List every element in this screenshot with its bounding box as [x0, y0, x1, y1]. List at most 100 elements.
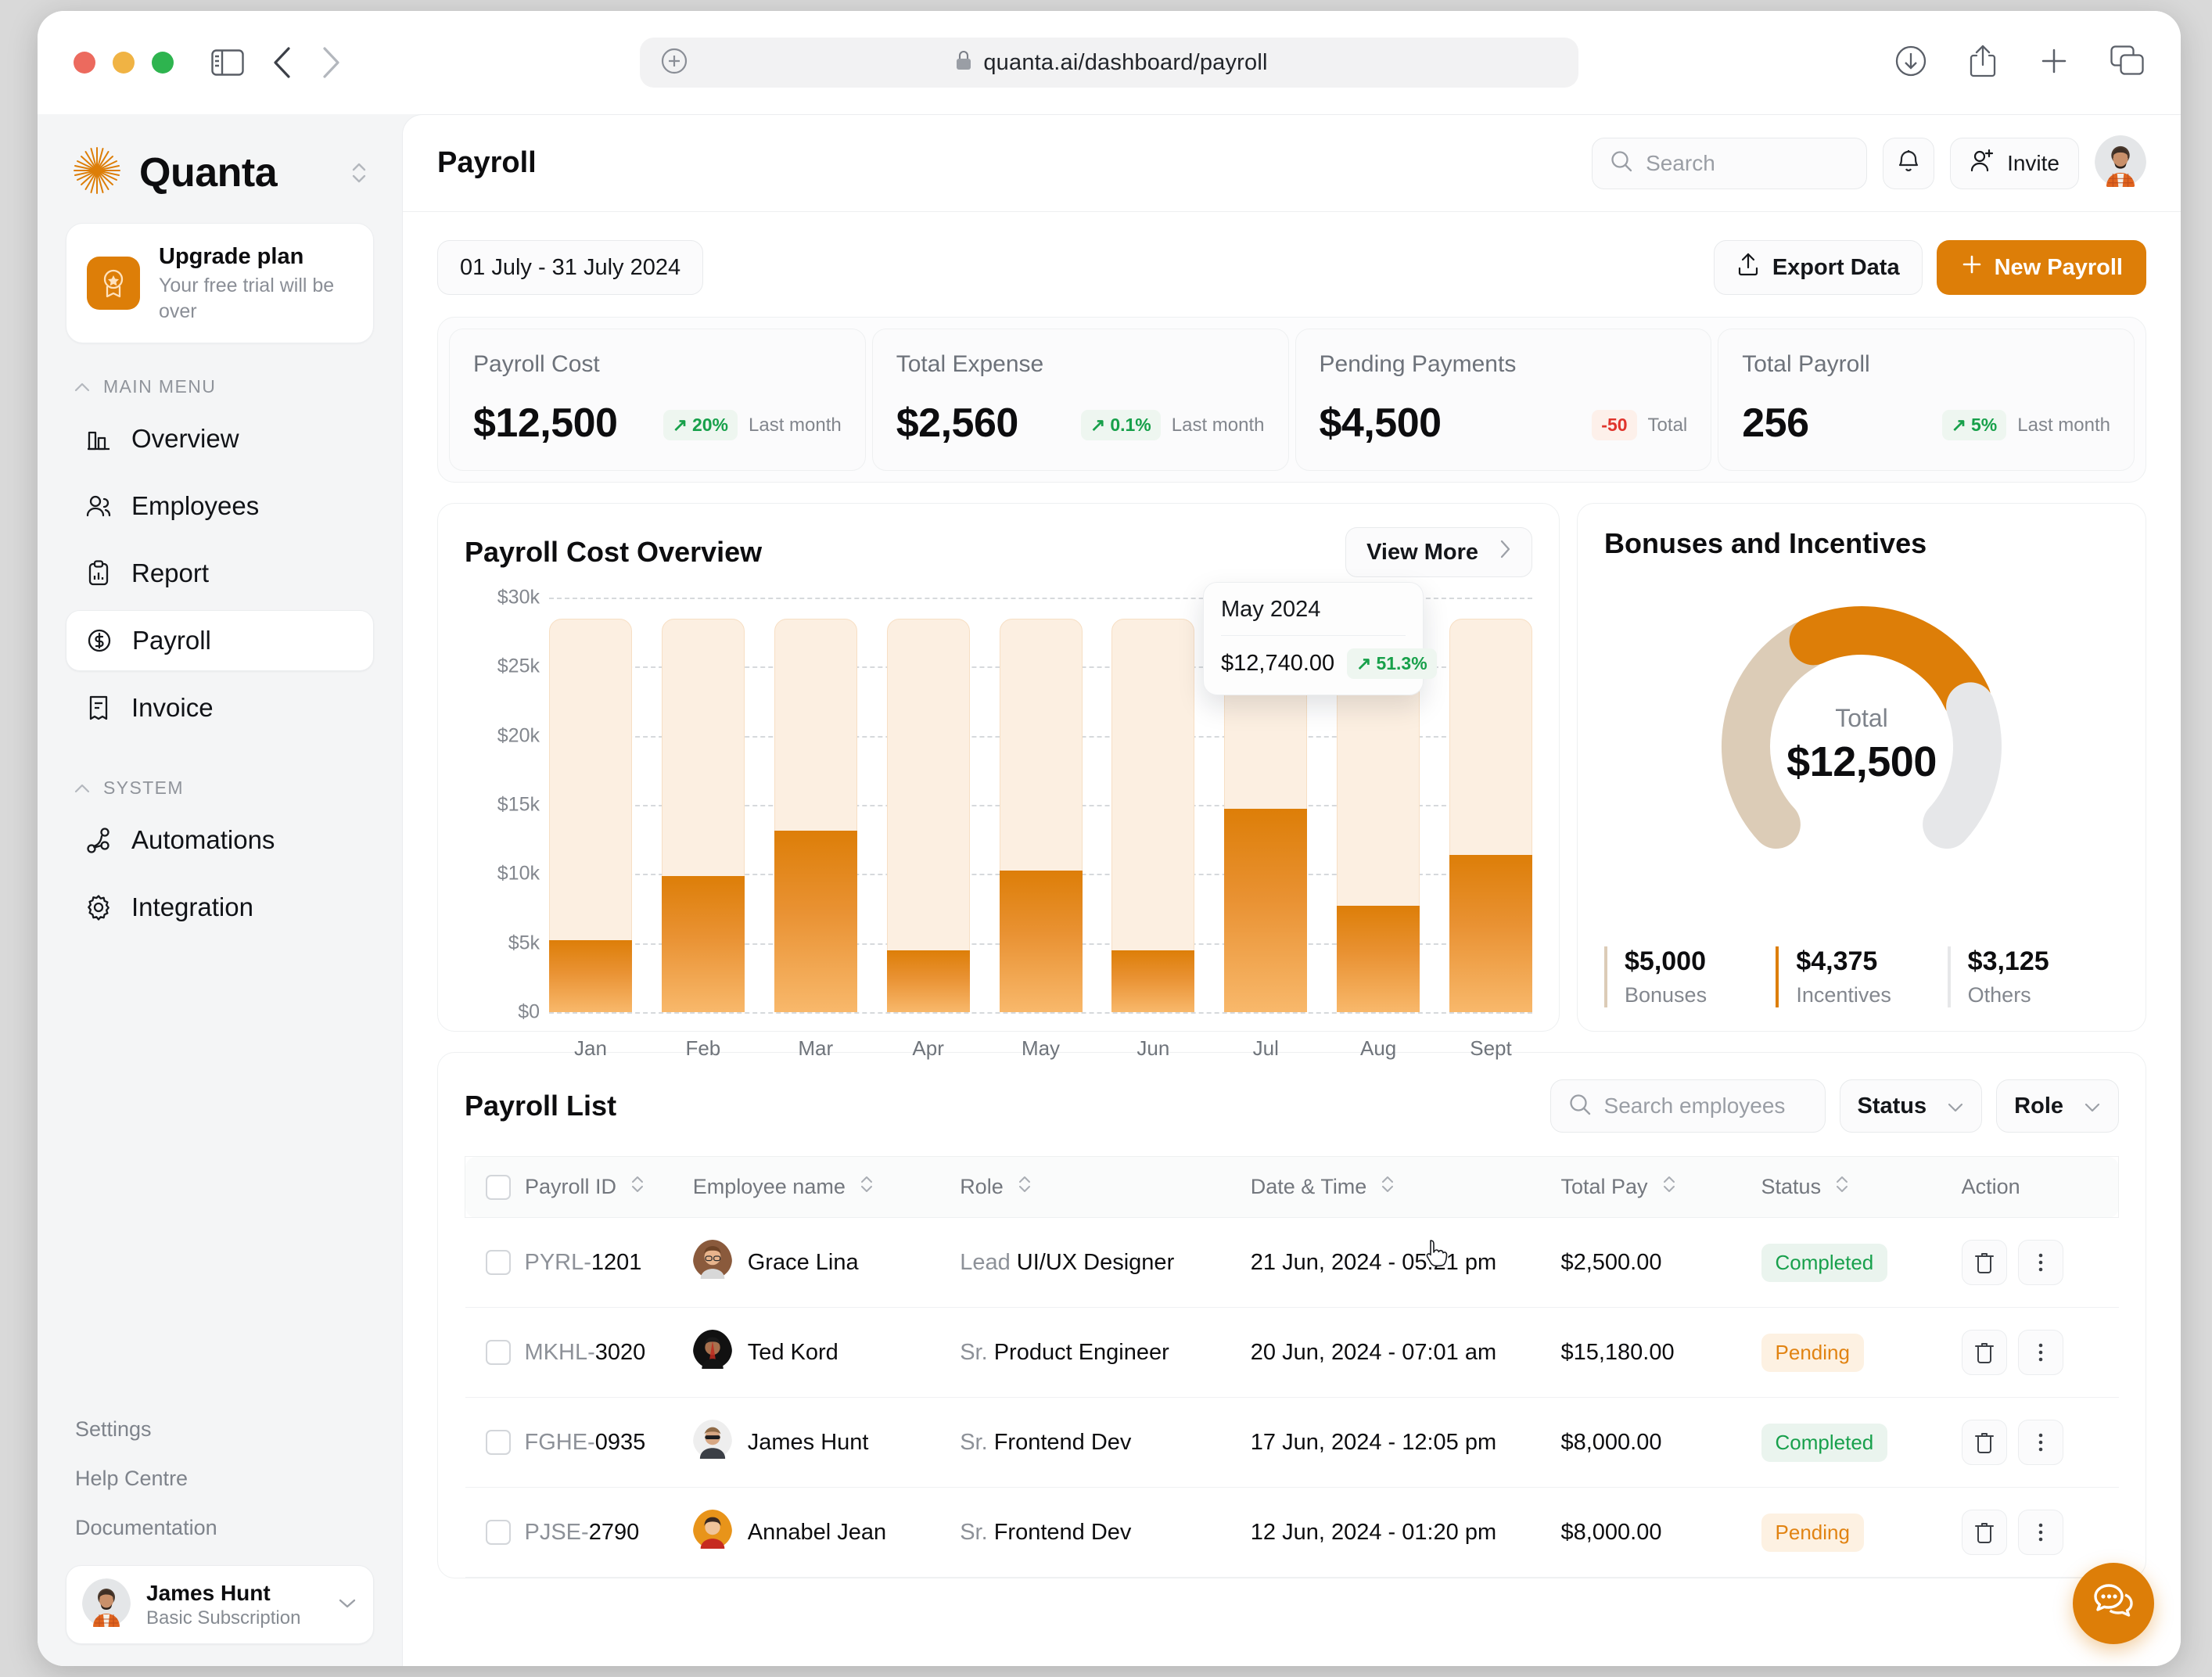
sidebar-section-main-menu[interactable]: MAIN MENU: [66, 343, 374, 408]
table-header-total-pay[interactable]: Total Pay: [1560, 1156, 1761, 1218]
bar-column[interactable]: [1449, 598, 1532, 1012]
table-row[interactable]: FGHE-0935 James Hunt Sr. Frontend Dev 17 Ju…: [465, 1397, 2119, 1488]
add-tab-icon[interactable]: [2038, 45, 2070, 81]
search-placeholder: Search: [1646, 150, 1715, 175]
users-icon: [84, 492, 113, 520]
legend-item-bonuses: $5,000 Bonuses: [1604, 946, 1776, 1007]
row-more-options-button[interactable]: [2017, 1510, 2063, 1555]
delete-row-button[interactable]: [1961, 1330, 2007, 1375]
table-row[interactable]: MKHL-3020 Ted Kord Sr. Product Engineer 20 …: [465, 1307, 2119, 1398]
search-input[interactable]: Search: [1592, 137, 1868, 189]
date-range-picker[interactable]: 01 July - 31 July 2024: [437, 240, 704, 295]
table-row[interactable]: PYRL-1201 Grace Lina Lead UI/UX Designer 21…: [465, 1217, 2119, 1308]
share-icon[interactable]: [1968, 44, 1998, 82]
row-checkbox[interactable]: [485, 1250, 511, 1275]
browser-window: quanta.ai/dashboard/payroll Quanta Upgra…: [38, 11, 2181, 1666]
minimize-window-button[interactable]: [113, 52, 135, 74]
upgrade-plan-card[interactable]: Upgrade plan Your free trial will be ove…: [66, 223, 374, 344]
sidebar-item-payroll[interactable]: Payroll: [66, 610, 374, 672]
bar-column[interactable]: [774, 598, 857, 1012]
delete-row-button[interactable]: [1961, 1420, 2007, 1465]
sort-icon[interactable]: [1018, 1174, 1032, 1200]
downloads-icon[interactable]: [1894, 45, 1927, 81]
select-all-checkbox[interactable]: [486, 1174, 511, 1200]
window-traffic-lights: [74, 52, 174, 74]
table-header-date-time[interactable]: Date & Time: [1250, 1156, 1561, 1218]
x-axis-tick: Jul: [1252, 1036, 1279, 1060]
employee-name-text: James Hunt: [747, 1429, 869, 1455]
app-shell: Quanta Upgrade plan Your free trial will…: [38, 114, 2181, 1666]
x-axis-tick: Jan: [574, 1036, 607, 1060]
row-more-options-button[interactable]: [2017, 1330, 2063, 1375]
new-payroll-button[interactable]: New Payroll: [1936, 240, 2146, 295]
sort-icon[interactable]: [1381, 1174, 1395, 1200]
x-axis-tick: Jun: [1137, 1036, 1170, 1060]
sidebar-link-documentation[interactable]: Documentation: [66, 1503, 374, 1553]
sidebar-section-system[interactable]: SYSTEM: [66, 745, 374, 810]
sidebar-toggle-icon[interactable]: [211, 49, 244, 76]
row-more-options-button[interactable]: [2017, 1420, 2063, 1465]
notifications-button[interactable]: [1883, 137, 1935, 189]
search-employees-input[interactable]: Search employees: [1549, 1079, 1826, 1133]
maximize-window-button[interactable]: [152, 52, 174, 74]
sort-icon[interactable]: [630, 1174, 645, 1200]
bell-icon: [1896, 148, 1921, 178]
delete-row-button[interactable]: [1961, 1240, 2007, 1285]
bar-column[interactable]: [999, 598, 1083, 1012]
table-header-status[interactable]: Status: [1761, 1156, 1962, 1218]
sidebar-item-integration[interactable]: Integration: [66, 877, 374, 938]
table-header-payroll-id[interactable]: Payroll ID: [464, 1156, 693, 1218]
new-payroll-label: New Payroll: [1994, 254, 2123, 280]
sidebar-link-settings[interactable]: Settings: [66, 1405, 374, 1454]
sort-icon[interactable]: [1835, 1174, 1849, 1200]
status-badge: ↗ 20%: [663, 410, 738, 440]
bar-value: [1224, 809, 1308, 1012]
table-row[interactable]: PJSE-2790 Annabel Jean Sr. Frontend Dev 12 …: [465, 1487, 2119, 1578]
sidebar-item-report[interactable]: Report: [66, 543, 374, 604]
brand-block[interactable]: Quanta: [66, 114, 374, 223]
export-data-button[interactable]: Export Data: [1713, 240, 1923, 295]
delete-row-button[interactable]: [1961, 1510, 2007, 1555]
bar-value: [1111, 950, 1195, 1012]
table-header-role[interactable]: Role: [960, 1156, 1251, 1218]
row-more-options-button[interactable]: [2017, 1240, 2063, 1285]
y-axis-tick: $30k: [497, 586, 540, 609]
bar-column[interactable]: [886, 598, 970, 1012]
tabs-overview-icon[interactable]: [2110, 45, 2145, 81]
sort-icon[interactable]: [1662, 1174, 1676, 1200]
sidebar-item-automations[interactable]: Automations: [66, 810, 374, 871]
cell-status: Pending: [1761, 1487, 1962, 1578]
sidebar-link-help-centre[interactable]: Help Centre: [66, 1454, 374, 1503]
bar-column[interactable]: [549, 598, 632, 1012]
sidebar-item-overview[interactable]: Overview: [66, 408, 374, 469]
sort-icon[interactable]: [860, 1174, 874, 1200]
view-more-button[interactable]: View More: [1345, 527, 1532, 577]
bar-column[interactable]: [1111, 598, 1195, 1012]
row-checkbox[interactable]: [485, 1340, 511, 1365]
cell-payroll-id: PYRL-1201: [465, 1217, 693, 1308]
chat-support-button[interactable]: [2073, 1563, 2154, 1644]
status-filter-select[interactable]: Status: [1839, 1079, 1983, 1133]
sidebar-user-card[interactable]: James Hunt Basic Subscription: [66, 1565, 374, 1644]
invite-button[interactable]: Invite: [1950, 137, 2079, 189]
page-title: Payroll: [437, 146, 537, 179]
row-checkbox[interactable]: [485, 1520, 511, 1545]
back-icon[interactable]: [272, 46, 293, 79]
table-header-employee-name[interactable]: Employee name: [692, 1156, 961, 1218]
cell-action: [1961, 1307, 2119, 1398]
workspace-switcher-icon[interactable]: [350, 160, 368, 186]
address-bar[interactable]: quanta.ai/dashboard/payroll: [640, 38, 1578, 88]
forward-icon[interactable]: [321, 46, 341, 79]
chevron-down-icon[interactable]: [337, 1596, 357, 1613]
role-filter-select[interactable]: Role: [1996, 1079, 2119, 1133]
x-axis-tick: Mar: [798, 1036, 834, 1060]
close-window-button[interactable]: [74, 52, 95, 74]
user-avatar-button[interactable]: [2095, 135, 2146, 191]
sidebar-item-employees[interactable]: Employees: [66, 476, 374, 537]
legend-label: Others: [1967, 983, 2031, 1007]
bar-column[interactable]: [661, 598, 745, 1012]
sidebar-item-invoice[interactable]: Invoice: [66, 677, 374, 738]
bonuses-and-incentives-card: Bonuses and Incentives Total $12,500 $5,…: [1577, 503, 2146, 1032]
row-checkbox[interactable]: [485, 1430, 511, 1455]
y-axis-tick: $0: [518, 1000, 540, 1023]
